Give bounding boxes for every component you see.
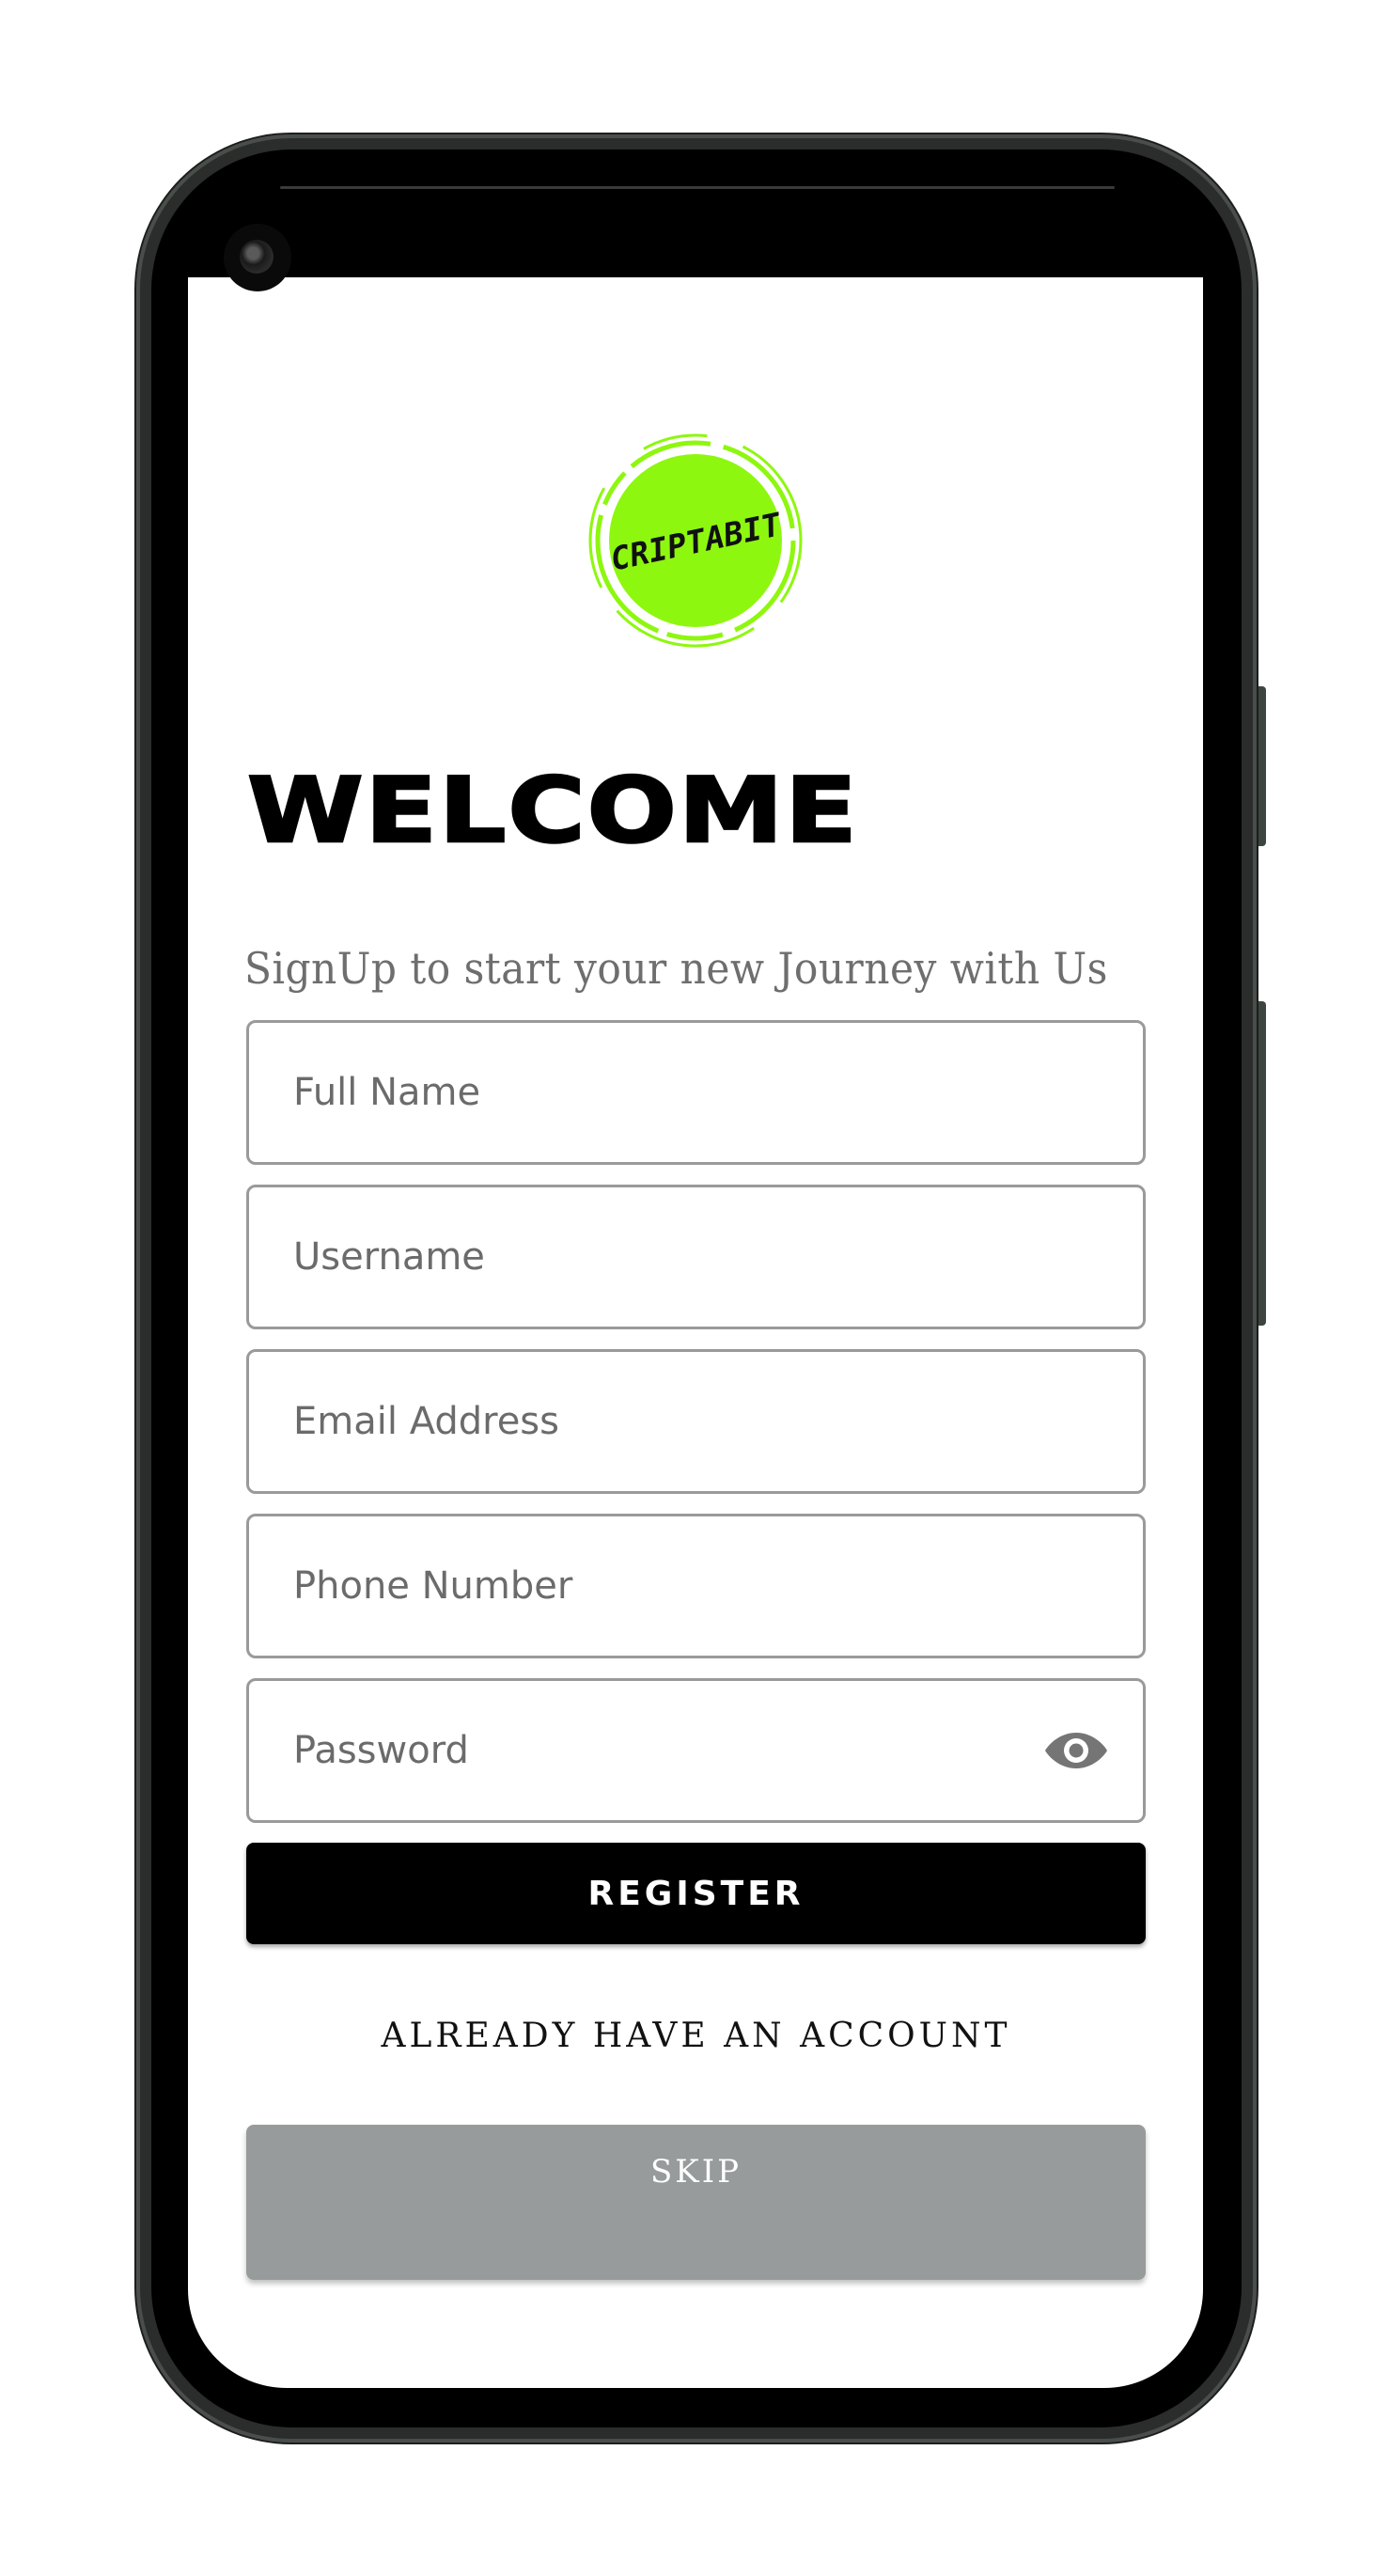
email-field[interactable]: Email Address [246,1349,1146,1494]
password-field[interactable]: Password [246,1678,1146,1823]
app-screen: CRIPTABIT WELCOME SignUp to start your n… [188,277,1203,2388]
power-button [1257,1001,1266,1326]
password-placeholder: Password [293,1729,469,1772]
phone-number-field[interactable]: Phone Number [246,1514,1146,1658]
full-name-field[interactable]: Full Name [246,1020,1146,1165]
username-placeholder: Username [293,1235,485,1279]
username-field[interactable]: Username [246,1185,1146,1329]
skip-button[interactable]: SKIP [246,2125,1146,2280]
page-title: WELCOME [246,759,859,863]
front-camera-icon [224,224,291,291]
logo-graphic: CRIPTABIT [588,433,803,648]
email-placeholder: Email Address [293,1400,559,1443]
already-have-account-link[interactable]: ALREADY HAVE AN ACCOUNT [246,2017,1146,2055]
register-button[interactable]: REGISTER [246,1843,1146,1944]
app-logo: CRIPTABIT [587,432,804,649]
speaker-grille [280,186,1115,189]
camera-lens [240,240,274,274]
phone-number-placeholder: Phone Number [293,1564,573,1608]
page-subtitle: SignUp to start your new Journey with Us [244,943,1108,994]
eye-icon[interactable] [1043,1727,1109,1774]
full-name-placeholder: Full Name [293,1071,481,1114]
volume-button [1257,686,1266,846]
